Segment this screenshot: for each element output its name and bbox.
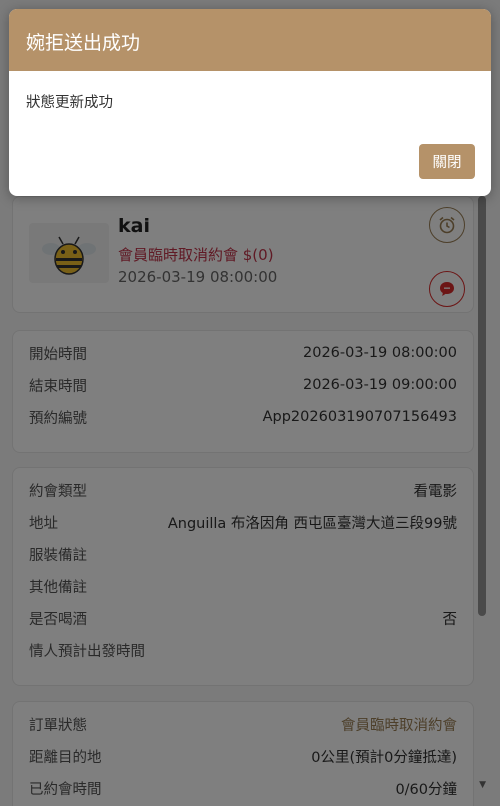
dialog-title: 婉拒送出成功 bbox=[9, 9, 491, 71]
close-button[interactable]: 關閉 bbox=[419, 144, 475, 179]
scrollbar-thumb[interactable] bbox=[478, 196, 486, 616]
success-dialog: 婉拒送出成功 狀態更新成功 關閉 bbox=[9, 9, 491, 196]
scroll-down-arrow-icon[interactable]: ▼ bbox=[479, 780, 486, 790]
dialog-message: 狀態更新成功 bbox=[26, 95, 113, 111]
